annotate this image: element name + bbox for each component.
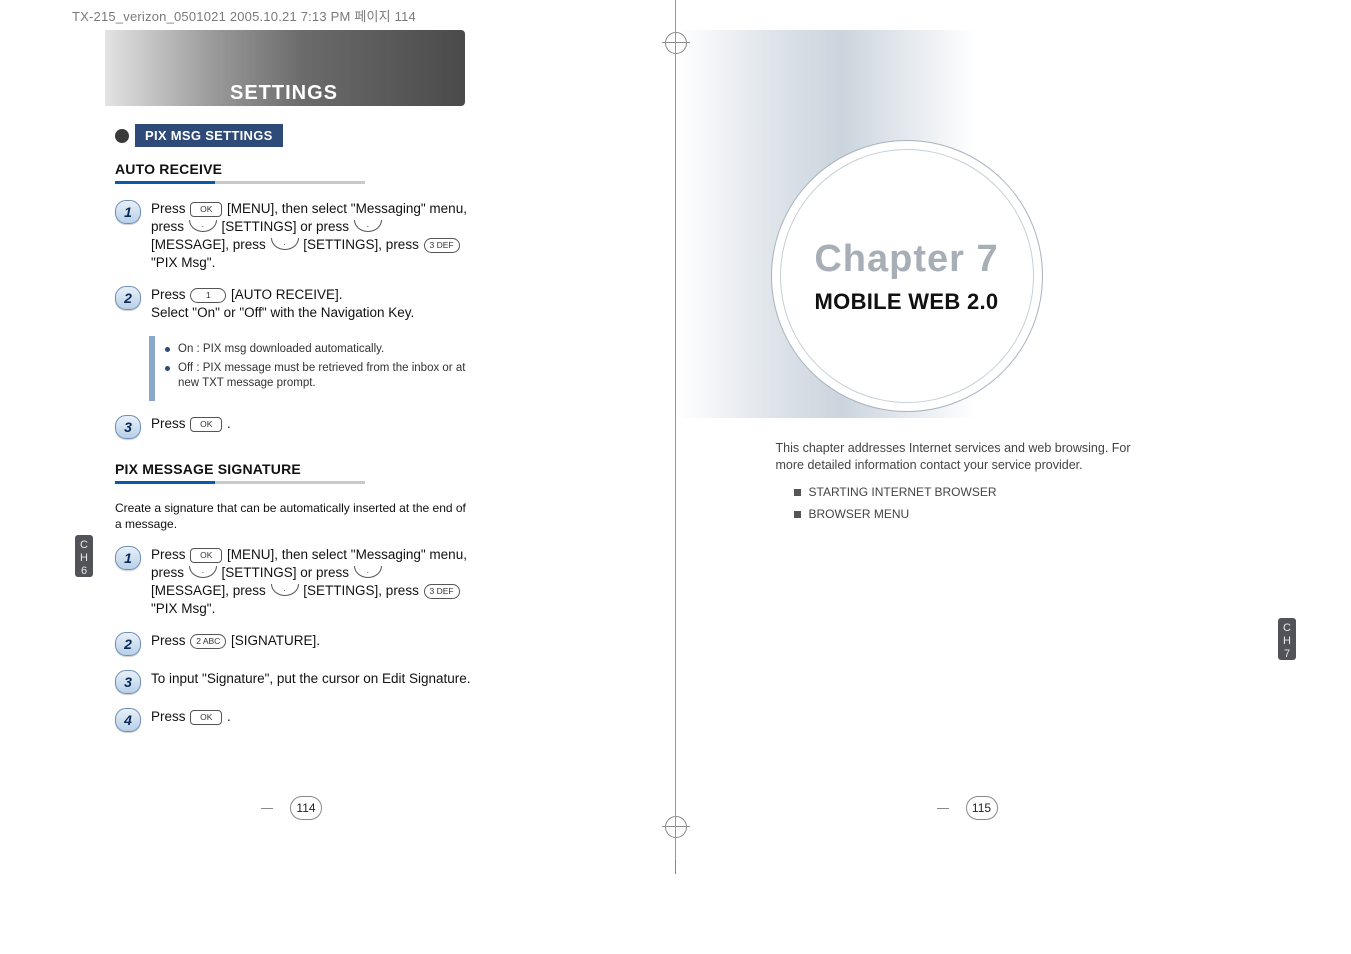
step-1: 1 Press OK [MENU], then select "Messagin… — [115, 200, 475, 272]
chapter-header: SETTINGS — [0, 0, 676, 112]
page-number: 114 — [290, 796, 322, 820]
chapter-contents-list: STARTING INTERNET BROWSER BROWSER MENU — [794, 485, 997, 529]
chapter-tab: CH7 — [1278, 618, 1296, 660]
step-text: Press 1 [AUTO RECEIVE]. Select "On" or "… — [151, 286, 414, 322]
key-3-icon: 3 DEF — [424, 238, 460, 253]
step-text: Press OK [MENU], then select "Messaging"… — [151, 546, 475, 618]
pagenum-tick — [937, 808, 949, 809]
step-number-badge: 1 — [115, 546, 141, 570]
step-number-badge: 4 — [115, 708, 141, 732]
chapter-number-label: Chapter 7 — [814, 238, 998, 281]
chapter-title-circle: Chapter 7 MOBILE WEB 2.0 — [771, 140, 1043, 412]
left-softkey-icon: · — [271, 584, 299, 596]
bullet-icon — [115, 129, 129, 143]
key-1-icon: 1 — [190, 288, 226, 303]
chapter-description: This chapter addresses Internet services… — [776, 440, 1146, 474]
step-number-badge: 2 — [115, 286, 141, 310]
step-number-badge: 3 — [115, 415, 141, 439]
ok-key-icon: OK — [190, 548, 222, 563]
bullet-icon — [165, 366, 170, 371]
ok-key-icon: OK — [190, 202, 222, 217]
step-1: 1 Press OK [MENU], then select "Messagin… — [115, 546, 475, 618]
section-label-row: PIX MSG SETTINGS — [115, 124, 475, 147]
ok-key-icon: OK — [190, 710, 222, 725]
header-title: SETTINGS — [230, 82, 338, 105]
square-bullet-icon — [794, 511, 801, 518]
subheading-underline — [115, 181, 365, 184]
step-2: 2 Press 1 [AUTO RECEIVE]. Select "On" or… — [115, 286, 475, 322]
subheading-auto-receive: AUTO RECEIVE — [115, 161, 475, 177]
left-softkey-icon: · — [189, 566, 217, 578]
right-softkey-icon: · — [354, 566, 382, 578]
step-text: Press OK . — [151, 415, 231, 439]
step-text: Press 2 ABC [SIGNATURE]. — [151, 632, 320, 656]
page-left: SETTINGS PIX MSG SETTINGS AUTO RECEIVE 1… — [0, 0, 676, 910]
list-item: BROWSER MENU — [794, 507, 997, 521]
list-item: STARTING INTERNET BROWSER — [794, 485, 997, 499]
right-softkey-icon: · — [354, 220, 382, 232]
note-block: On : PIX msg downloaded automatically. O… — [149, 336, 475, 401]
step-text: Press OK [MENU], then select "Messaging"… — [151, 200, 475, 272]
subheading-underline — [115, 481, 365, 484]
section-label: PIX MSG SETTINGS — [135, 124, 283, 147]
step-number-badge: 2 — [115, 632, 141, 656]
note-item: On : PIX msg downloaded automatically. — [165, 342, 469, 357]
note-item: Off : PIX message must be retrieved from… — [165, 361, 469, 391]
chapter-title: MOBILE WEB 2.0 — [815, 289, 999, 315]
page-number: 115 — [966, 796, 998, 820]
step-text: To input "Signature", put the cursor on … — [151, 670, 471, 694]
bullet-icon — [165, 347, 170, 352]
pagenum-tick — [261, 808, 273, 809]
step-2: 2 Press 2 ABC [SIGNATURE]. — [115, 632, 475, 656]
step-number-badge: 1 — [115, 200, 141, 224]
description-text: Create a signature that can be automatic… — [115, 500, 475, 532]
square-bullet-icon — [794, 489, 801, 496]
step-number-badge: 3 — [115, 670, 141, 694]
ok-key-icon: OK — [190, 417, 222, 432]
step-3: 3 To input "Signature", put the cursor o… — [115, 670, 475, 694]
key-3-icon: 3 DEF — [424, 584, 460, 599]
key-2-icon: 2 ABC — [190, 634, 226, 649]
manual-spread: TX-215_verizon_0501021 2005.10.21 7:13 P… — [0, 0, 1351, 954]
page-right: Chapter 7 MOBILE WEB 2.0 This chapter ad… — [676, 0, 1351, 910]
step-3: 3 Press OK . — [115, 415, 475, 439]
subheading-signature: PIX MESSAGE SIGNATURE — [115, 461, 475, 477]
left-softkey-icon: · — [271, 238, 299, 250]
chapter-tab: CH6 — [75, 535, 93, 577]
step-text: Press OK . — [151, 708, 231, 732]
left-softkey-icon: · — [189, 220, 217, 232]
step-4: 4 Press OK . — [115, 708, 475, 732]
